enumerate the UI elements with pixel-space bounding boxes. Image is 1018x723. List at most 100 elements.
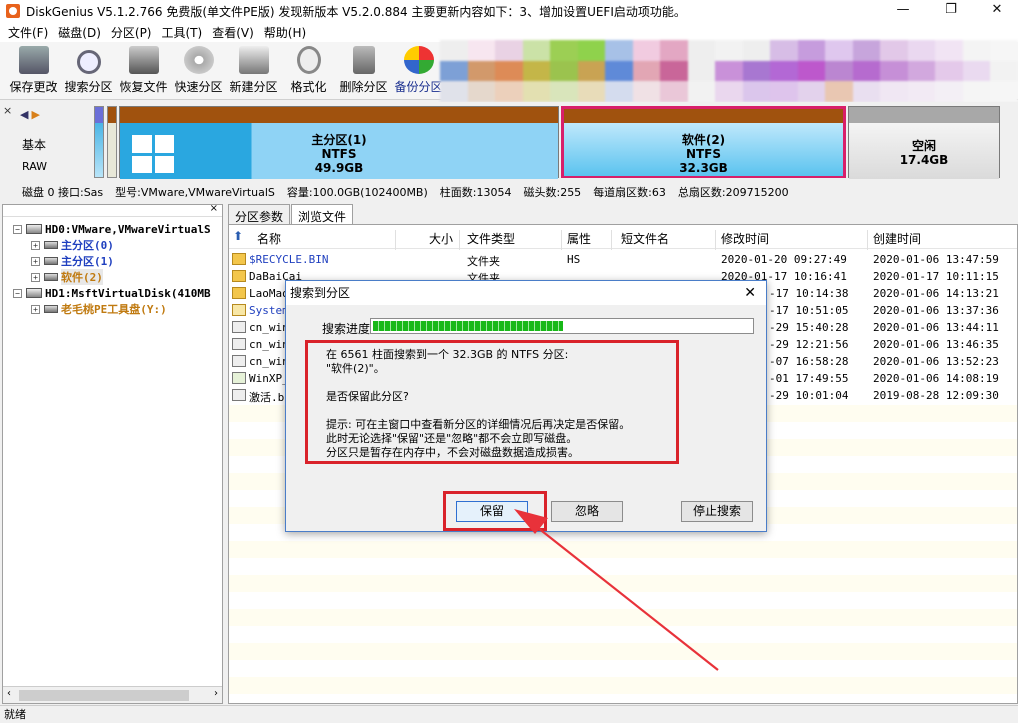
tree-item-partition-0[interactable]: + 主分区(0) <box>31 237 114 253</box>
app-logo-icon <box>6 4 20 18</box>
message-line: "软件(2)"。 <box>326 362 385 375</box>
tab-browse-files[interactable]: 浏览文件 <box>291 204 354 224</box>
ignore-button[interactable]: 忽略 <box>551 501 623 522</box>
partition-icon <box>44 273 58 281</box>
scroll-thumb[interactable] <box>19 690 189 701</box>
menu-view[interactable]: 查看(V) <box>208 24 258 41</box>
partition-block-free[interactable]: 空闲 17.4GB <box>848 106 1000 179</box>
file-attr: HS <box>567 253 581 266</box>
col-size[interactable]: 大小 <box>429 230 453 247</box>
tab-partition-params[interactable]: 分区参数 <box>228 204 291 224</box>
delete-partition-button[interactable]: 删除分区 <box>336 42 391 100</box>
partition-block-software[interactable]: 软件(2) NTFS 32.3GB <box>561 106 846 178</box>
file-created: 2020-01-06 13:44:11 <box>873 321 999 334</box>
close-button[interactable]: ✕ <box>974 0 1018 22</box>
prev-disk-icon[interactable]: ◀ <box>20 108 28 121</box>
expand-icon[interactable]: + <box>31 304 40 314</box>
recover-icon <box>128 46 159 74</box>
tool-label: 格式化 <box>290 80 327 94</box>
backup-partition-button[interactable]: 备份分区 <box>391 42 446 100</box>
folder-icon <box>232 270 246 282</box>
new-partition-icon <box>238 46 269 74</box>
file-name: cn_win <box>249 338 289 351</box>
tool-label: 新建分区 <box>229 80 278 94</box>
col-attr[interactable]: 属性 <box>567 230 591 247</box>
disk-sectors-per-track: 每道扇区数:63 <box>593 186 666 199</box>
tool-label: 删除分区 <box>339 80 388 94</box>
ghost-file-icon <box>232 372 246 384</box>
dialog-close-button[interactable]: ✕ <box>744 281 756 305</box>
col-type[interactable]: 文件类型 <box>467 230 515 247</box>
file-name: 激活.b <box>249 391 285 404</box>
col-name[interactable]: 名称 <box>257 230 281 247</box>
tree-item-label: 主分区(0) <box>61 239 114 252</box>
minimize-button[interactable]: — <box>880 0 926 22</box>
expand-icon[interactable]: + <box>31 240 40 250</box>
maximize-button[interactable]: ❐ <box>928 0 974 22</box>
message-line: 在 6561 柱面搜索到一个 32.3GB 的 NTFS 分区: <box>326 348 569 361</box>
save-changes-button[interactable]: 保存更改 <box>6 42 61 100</box>
scroll-right-icon[interactable]: › <box>214 688 218 699</box>
menu-file[interactable]: 文件(F) <box>4 24 52 41</box>
hard-disk-icon <box>26 224 42 234</box>
keep-button[interactable]: 保留 <box>456 501 528 522</box>
tree-item-partition-software[interactable]: + 软件(2) <box>31 269 103 285</box>
partition-icon <box>44 241 58 249</box>
partition-name: 主分区(1) <box>311 133 367 147</box>
tree-item-hd1[interactable]: − HD1:MsftVirtualDisk(410MB <box>13 285 211 301</box>
tree-item-partition-1[interactable]: + 主分区(1) <box>31 253 114 269</box>
collapse-icon[interactable]: − <box>13 224 22 234</box>
disk-type: 基本 <box>22 138 47 152</box>
format-button[interactable]: 格式化 <box>281 42 336 100</box>
collapse-icon[interactable]: − <box>13 288 22 298</box>
menu-disk[interactable]: 磁盘(D) <box>54 24 105 41</box>
disk-cylinders: 柱面数:13054 <box>439 186 512 199</box>
disk-panel-close-icon[interactable]: × <box>3 104 12 117</box>
tree-horizontal-scrollbar[interactable]: ‹ › <box>3 686 222 703</box>
stop-search-button[interactable]: 停止搜索 <box>681 501 753 522</box>
disk-nav-arrows: ◀ ▶ <box>20 108 43 121</box>
message-line: 此时无论选择"保留"还是"忽略"都不会立即写磁盘。 <box>326 432 578 445</box>
col-created[interactable]: 创建时间 <box>873 230 921 247</box>
recover-files-button[interactable]: 恢复文件 <box>116 42 171 100</box>
menu-partition[interactable]: 分区(P) <box>107 24 156 41</box>
disk-capacity: 容量:100.0GB(102400MB) <box>286 186 428 199</box>
search-icon <box>76 50 101 74</box>
hard-disk-icon <box>26 288 42 298</box>
message-line: 提示: 可在主窗口中查看新分区的详细情况后再决定是否保留。 <box>326 418 631 431</box>
disk-total-sectors: 总扇区数:209715200 <box>677 186 789 199</box>
message-line: 分区只是暂存在内存中，不会对磁盘数据造成损害。 <box>326 446 579 459</box>
partition-stripe-0[interactable] <box>94 106 104 178</box>
tree-item-pe-disk[interactable]: + 老毛桃PE工具盘(Y:) <box>31 301 167 317</box>
new-partition-button[interactable]: 新建分区 <box>226 42 281 100</box>
partition-block-main[interactable]: 主分区(1) NTFS 49.9GB <box>119 106 559 179</box>
tool-label: 备份分区 <box>394 80 443 94</box>
partition-name: 软件(2) <box>681 133 726 147</box>
menu-tools[interactable]: 工具(T) <box>158 24 207 41</box>
file-created: 2020-01-17 10:11:15 <box>873 270 999 283</box>
tree-close-icon[interactable]: × <box>210 203 218 214</box>
col-short-name[interactable]: 短文件名 <box>621 230 669 247</box>
quick-partition-button[interactable]: 快速分区 <box>171 42 226 100</box>
expand-icon[interactable]: + <box>31 256 40 266</box>
menu-help[interactable]: 帮助(H) <box>260 24 310 41</box>
partition-size: 49.9GB <box>314 161 364 175</box>
quick-partition-icon <box>183 46 214 74</box>
file-row[interactable]: $RECYCLE.BIN 文件夹 HS 2020-01-20 09:27:49 … <box>229 251 1017 268</box>
next-disk-icon[interactable]: ▶ <box>31 108 39 121</box>
file-modified: -01 17:49:55 <box>769 372 849 385</box>
message-line: 是否保留此分区? <box>326 390 409 403</box>
expand-icon[interactable]: + <box>31 272 40 282</box>
up-folder-icon[interactable]: ⬆ <box>233 229 243 243</box>
partition-icon <box>44 257 58 265</box>
file-created: 2020-01-06 14:08:19 <box>873 372 999 385</box>
scroll-left-icon[interactable]: ‹ <box>7 688 11 699</box>
disk-info-bar: 磁盘 0 接口:Sas 型号:VMware,VMwareVirtualS 容量:… <box>0 182 1018 202</box>
backup-icon <box>403 46 434 74</box>
partition-stripe-1[interactable] <box>107 106 117 178</box>
file-name: cn_win <box>249 355 289 368</box>
search-partition-button[interactable]: 搜索分区 <box>61 42 116 100</box>
format-icon <box>296 46 321 74</box>
tree-item-hd0[interactable]: − HD0:VMware,VMwareVirtualS <box>13 221 211 237</box>
col-modified[interactable]: 修改时间 <box>721 230 769 247</box>
